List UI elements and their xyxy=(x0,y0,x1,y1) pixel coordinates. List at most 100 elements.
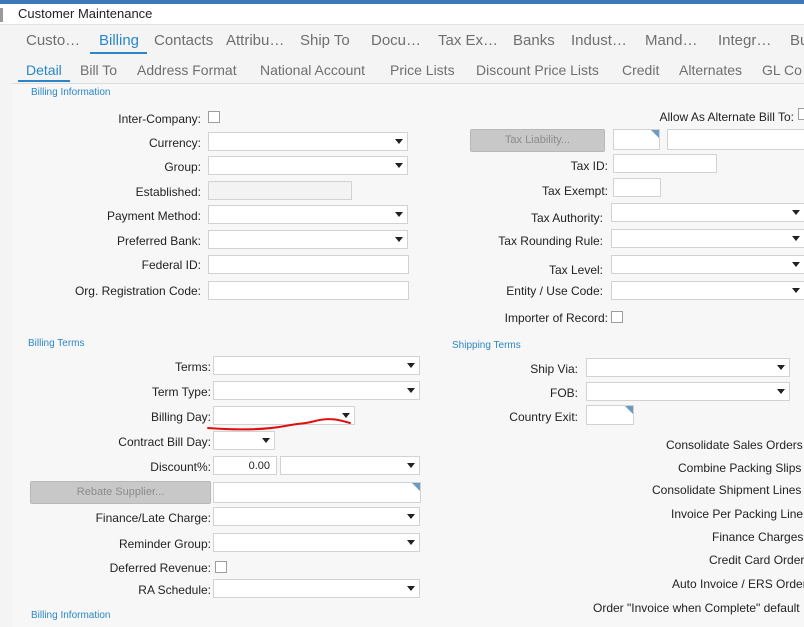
left-edge-marker xyxy=(0,8,3,22)
tab-integration[interactable]: Integr… xyxy=(718,32,771,49)
tax-exempt-label: Tax Exempt: xyxy=(541,184,608,198)
tax-level-label: Tax Level: xyxy=(548,263,603,277)
deferred-revenue-checkbox[interactable] xyxy=(215,561,227,573)
ship-via-label: Ship Via: xyxy=(530,362,578,376)
billing-day-label: Billing Day: xyxy=(150,410,211,424)
subtab-price-lists[interactable]: Price Lists xyxy=(390,62,455,78)
tax-authority-label: Tax Authority: xyxy=(530,211,603,225)
fob-select[interactable] xyxy=(586,382,790,401)
chevron-down-icon xyxy=(391,133,407,150)
auto-invoice-ers-order-label: Auto Invoice / ERS Order xyxy=(672,577,804,591)
org-registration-code-input[interactable] xyxy=(208,281,409,300)
invoice-per-packing-line-label: Invoice Per Packing Line xyxy=(671,507,804,521)
active-subtab-underline xyxy=(18,80,70,82)
tax-level-select[interactable] xyxy=(611,255,804,274)
rebate-supplier-button[interactable]: Rebate Supplier... xyxy=(30,481,211,504)
section-billing-terms: Billing Terms xyxy=(28,338,85,349)
subtab-detail[interactable]: Detail xyxy=(26,62,62,78)
tab-attributes[interactable]: Attribu… xyxy=(226,32,284,49)
country-exit-field[interactable] xyxy=(586,405,634,425)
tab-ship-to[interactable]: Ship To xyxy=(300,32,350,49)
tab-billing[interactable]: Billing xyxy=(99,32,139,49)
subtab-credit[interactable]: Credit xyxy=(622,62,659,78)
tax-exempt-input[interactable] xyxy=(613,178,661,197)
section-shipping-terms: Shipping Terms xyxy=(452,340,521,351)
term-type-select[interactable] xyxy=(213,381,420,400)
chevron-down-icon xyxy=(258,432,274,449)
finance-late-charge-select[interactable] xyxy=(213,507,420,526)
contract-bill-day-label: Contract Bill Day: xyxy=(118,435,211,449)
consolidate-shipment-lines-label: Consolidate Shipment Lines xyxy=(652,483,802,497)
subtab-alternates[interactable]: Alternates xyxy=(679,62,742,78)
tab-banks[interactable]: Banks xyxy=(513,32,555,49)
allow-alternate-bill-to-checkbox[interactable] xyxy=(798,108,804,120)
rebate-supplier-field[interactable] xyxy=(213,482,421,503)
finance-late-charge-label: Finance/Late Charge: xyxy=(95,511,211,525)
entity-use-code-label: Entity / Use Code: xyxy=(506,284,603,298)
consolidate-sales-orders-label: Consolidate Sales Orders xyxy=(666,438,803,452)
window-title: Customer Maintenance xyxy=(18,6,153,21)
subtab-gl-controls[interactable]: GL Co xyxy=(762,62,802,78)
terms-select[interactable] xyxy=(213,356,420,375)
combine-packing-slips-label: Combine Packing Slips xyxy=(678,461,802,475)
tax-authority-select[interactable] xyxy=(611,203,804,222)
currency-select[interactable] xyxy=(208,132,408,151)
section-billing-information: Billing Information xyxy=(31,87,111,98)
ra-schedule-select[interactable] xyxy=(213,579,420,598)
discount-input[interactable]: 0.00 xyxy=(213,456,277,475)
inter-company-label: Inter-Company: xyxy=(118,112,201,126)
lookup-corner-icon xyxy=(651,130,659,138)
tab-mandates[interactable]: Mand… xyxy=(645,32,698,49)
chevron-down-icon xyxy=(391,206,407,223)
chevron-down-icon xyxy=(391,157,407,174)
importer-of-record-checkbox[interactable] xyxy=(611,311,623,323)
tax-id-input[interactable] xyxy=(613,154,717,173)
ra-schedule-label: RA Schedule: xyxy=(138,583,211,597)
tab-tax-exemptions[interactable]: Tax Ex… xyxy=(438,32,498,49)
currency-label: Currency: xyxy=(148,136,201,150)
chevron-down-icon xyxy=(403,508,419,525)
tab-customer[interactable]: Custo… xyxy=(26,32,80,49)
tab-contacts[interactable]: Contacts xyxy=(154,32,213,49)
subtab-national-account[interactable]: National Account xyxy=(260,62,365,78)
allow-alternate-bill-to-label: Allow As Alternate Bill To: xyxy=(659,110,794,124)
federal-id-label: Federal ID: xyxy=(141,258,201,272)
preferred-bank-select[interactable] xyxy=(208,230,408,249)
ship-via-select[interactable] xyxy=(586,358,790,377)
subtab-address-format[interactable]: Address Format xyxy=(137,62,237,78)
invoice-when-complete-default-label: Order "Invoice when Complete" default xyxy=(593,601,800,615)
contract-bill-day-select[interactable] xyxy=(213,431,275,450)
established-label: Established: xyxy=(135,185,201,199)
group-select[interactable] xyxy=(208,156,408,175)
established-date-field[interactable] xyxy=(208,181,352,200)
subtab-discount-price-lists[interactable]: Discount Price Lists xyxy=(476,62,599,78)
discount-value: 0.00 xyxy=(248,460,270,472)
terms-label: Terms: xyxy=(175,360,211,374)
reminder-group-select[interactable] xyxy=(213,533,420,552)
chevron-down-icon xyxy=(773,383,789,400)
tax-rounding-rule-select[interactable] xyxy=(611,229,804,248)
chevron-down-icon xyxy=(403,580,419,597)
chevron-down-icon xyxy=(403,357,419,374)
tab-documents[interactable]: Docu… xyxy=(371,32,421,49)
tab-bu[interactable]: Bu xyxy=(790,32,804,49)
tax-liability-button[interactable]: Tax Liability... xyxy=(470,129,605,152)
entity-use-code-select[interactable] xyxy=(611,281,804,300)
deferred-revenue-label: Deferred Revenue: xyxy=(109,561,211,575)
chevron-down-icon xyxy=(403,382,419,399)
subtab-bill-to[interactable]: Bill To xyxy=(80,62,117,78)
payment-method-label: Payment Method: xyxy=(106,209,201,223)
tab-industry[interactable]: Indust… xyxy=(571,32,627,49)
chevron-down-icon xyxy=(788,256,804,273)
federal-id-input[interactable] xyxy=(208,255,409,274)
inter-company-checkbox[interactable] xyxy=(208,111,220,123)
chevron-down-icon xyxy=(788,230,804,247)
tax-rounding-rule-label: Tax Rounding Rule: xyxy=(498,234,603,248)
tax-liability-code-field[interactable] xyxy=(613,129,660,150)
payment-method-select[interactable] xyxy=(208,205,408,224)
chevron-down-icon xyxy=(788,204,804,221)
chevron-down-icon xyxy=(788,282,804,299)
discount-type-select[interactable] xyxy=(280,456,420,475)
importer-of-record-label: Importer of Record: xyxy=(504,311,608,325)
fob-label: FOB: xyxy=(549,386,578,400)
